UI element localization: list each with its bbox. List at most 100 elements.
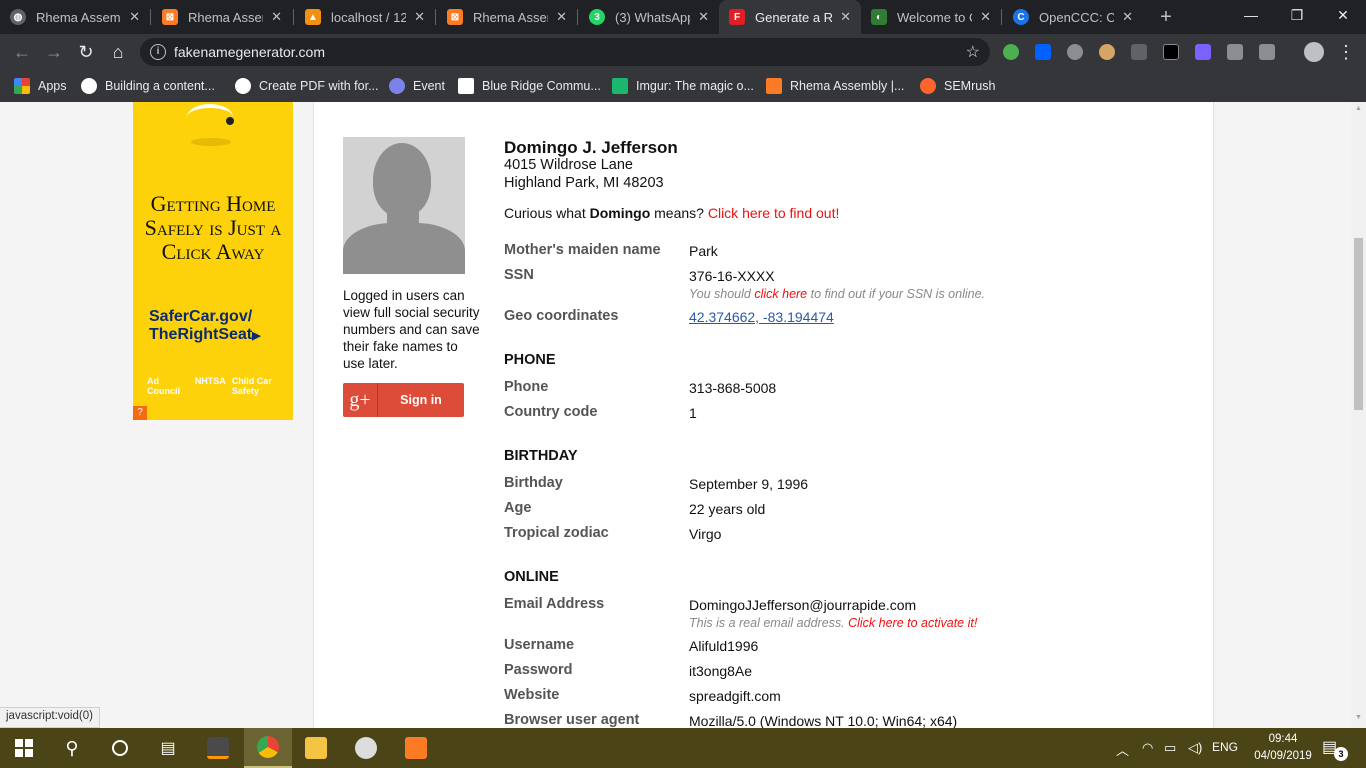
bookmark-star-icon[interactable]: ☆ xyxy=(966,42,980,62)
forward-arrow-icon[interactable]: → xyxy=(42,40,66,64)
tab-opencart[interactable]: ◐ Welcome to O ✕ xyxy=(861,0,1001,34)
ad-link[interactable]: SaferCar.gov/ TheRightSeat▶ xyxy=(149,308,261,345)
back-arrow-icon[interactable]: ← xyxy=(10,40,34,64)
imgur-icon xyxy=(612,78,628,94)
battery-icon[interactable]: ▭ xyxy=(1164,740,1176,756)
bookmark-building-content[interactable]: Building a content... xyxy=(81,77,215,95)
bookmark-semrush[interactable]: SEMrush xyxy=(920,77,995,95)
ad-headline: Getting Home Safely is Just a Click Away xyxy=(144,191,282,264)
media-app-icon[interactable] xyxy=(342,728,390,768)
language-indicator[interactable]: ENG xyxy=(1212,740,1238,754)
headlight-icon xyxy=(187,104,233,130)
bookmark-create-pdf[interactable]: Create PDF with for... xyxy=(235,77,378,95)
action-center-icon[interactable]: ▤ 3 xyxy=(1322,737,1348,761)
bookmark-rhema[interactable]: Rhema Assembly |... xyxy=(766,77,904,95)
tab-whatsapp[interactable]: 3 (3) WhatsApp ✕ xyxy=(579,0,719,34)
globe-icon xyxy=(81,78,97,94)
google-signin-button[interactable]: g+ Sign in xyxy=(343,383,464,417)
activate-email-link[interactable]: Click here to activate it! xyxy=(848,616,977,630)
name-meaning-link[interactable]: Click here to find out! xyxy=(708,205,840,221)
search-icon[interactable]: ⚲ xyxy=(48,728,96,768)
extension-m-icon[interactable] xyxy=(1067,44,1083,60)
home-icon[interactable]: ⌂ xyxy=(106,40,130,64)
volume-icon[interactable]: ◁) xyxy=(1188,740,1202,756)
signin-label: Sign in xyxy=(400,393,442,407)
extension-grey-icon[interactable] xyxy=(1259,44,1275,60)
close-tab-icon[interactable]: ✕ xyxy=(840,9,851,25)
close-tab-icon[interactable]: ✕ xyxy=(698,9,709,25)
ssn-check-link[interactable]: click here xyxy=(754,287,807,301)
restore-icon[interactable]: ❐ xyxy=(1274,0,1320,30)
colorpicker-icon[interactable] xyxy=(1099,44,1115,60)
google-drive-icon[interactable] xyxy=(1227,44,1243,60)
close-tab-icon[interactable]: ✕ xyxy=(980,9,991,25)
avatar-body xyxy=(343,223,465,274)
user-agent-value: Mozilla/5.0 (Windows NT 10.0; Win64; x64… xyxy=(689,713,958,728)
birthday-label: Birthday xyxy=(504,475,563,491)
tab-fakenamegenerator[interactable]: F Generate a Ran ✕ xyxy=(719,0,861,34)
clock[interactable]: 09:44 04/09/2019 xyxy=(1248,731,1318,765)
bookmark-imgur[interactable]: Imgur: The magic o... xyxy=(612,77,754,95)
chrome-icon[interactable] xyxy=(244,728,292,768)
avatar-head xyxy=(373,143,431,217)
browser-toolbar: ← → ↻ ⌂ i fakenamegenerator.com ☆ ⋮ xyxy=(0,34,1366,70)
close-tab-icon[interactable]: ✕ xyxy=(556,9,567,25)
profile-avatar-icon[interactable] xyxy=(1304,42,1324,62)
close-tab-icon[interactable]: ✕ xyxy=(414,9,425,25)
windows-start-icon[interactable] xyxy=(0,728,48,768)
extension-purple-icon[interactable] xyxy=(1195,44,1211,60)
task-view-icon[interactable]: ▤ xyxy=(144,728,192,768)
tab-localhost[interactable]: ▲ localhost / 127 ✕ xyxy=(295,0,435,34)
web-page: Getting Home Safely is Just a Click Away… xyxy=(0,102,1351,728)
semrush-icon xyxy=(920,78,936,94)
phpmyadmin-icon: ▲ xyxy=(305,9,321,25)
extension-camera-icon[interactable] xyxy=(1131,44,1147,60)
site-info-icon[interactable]: i xyxy=(150,44,166,60)
graduation-cap-icon xyxy=(458,78,474,94)
extension-earth-icon[interactable] xyxy=(1003,44,1019,60)
username-value: Alifuld1996 xyxy=(689,638,759,654)
reload-icon[interactable]: ↻ xyxy=(74,40,98,64)
ad-banner[interactable]: Getting Home Safely is Just a Click Away… xyxy=(133,102,293,420)
scrollbar-thumb[interactable] xyxy=(1354,238,1363,410)
cortana-icon[interactable] xyxy=(96,728,144,768)
url-text[interactable]: fakenamegenerator.com xyxy=(174,44,325,60)
tab-rhema-1[interactable]: ◍ Rhema Assembl ✕ xyxy=(0,0,150,34)
password-label: Password xyxy=(504,662,573,678)
bookmark-blue-ridge[interactable]: Blue Ridge Commu... xyxy=(458,77,601,95)
bookmark-apps[interactable]: Apps xyxy=(14,77,67,95)
sublime-text-icon[interactable] xyxy=(194,728,242,768)
close-window-icon[interactable]: ✕ xyxy=(1320,0,1366,30)
main-content: Logged in users can view full social sec… xyxy=(313,102,1214,728)
scroll-up-icon[interactable]: ▲ xyxy=(1354,105,1363,112)
wifi-icon[interactable]: ◠ xyxy=(1142,740,1153,756)
tab-rhema-2[interactable]: ⊠ Rhema Assembl ✕ xyxy=(152,0,292,34)
geo-link[interactable]: 42.374662, -83.194474 xyxy=(689,309,834,325)
tab-separator xyxy=(577,9,578,25)
bookmark-event[interactable]: Event xyxy=(389,77,445,95)
close-tab-icon[interactable]: ✕ xyxy=(1122,9,1133,25)
phone-heading: PHONE xyxy=(504,352,556,368)
close-tab-icon[interactable]: ✕ xyxy=(271,9,282,25)
windows-taskbar: ⚲ ▤ ︿ ◠ ▭ ◁) ENG 09:44 04/09/2019 ▤ 3 xyxy=(0,728,1366,768)
close-tab-icon[interactable]: ✕ xyxy=(129,9,140,25)
xampp-taskbar-icon[interactable] xyxy=(392,728,440,768)
scroll-down-icon[interactable]: ▼ xyxy=(1354,714,1363,721)
tab-openccc[interactable]: C OpenCCC: Cre ✕ xyxy=(1003,0,1143,34)
tab-rhema-3[interactable]: ⊠ Rhema Assembl ✕ xyxy=(437,0,577,34)
online-heading: ONLINE xyxy=(504,569,559,585)
tray-expand-icon[interactable]: ︿ xyxy=(1116,740,1129,759)
phone-value: 313-868-5008 xyxy=(689,380,777,396)
dropbox-icon[interactable] xyxy=(1035,44,1051,60)
email-note: This is a real email address. Click here… xyxy=(689,616,978,630)
new-tab-button[interactable]: + xyxy=(1154,5,1178,29)
minimize-icon[interactable]: — xyxy=(1228,0,1274,30)
address-bar[interactable]: i fakenamegenerator.com ☆ xyxy=(140,38,990,66)
extension-dark-icon[interactable] xyxy=(1163,44,1179,60)
xampp-icon: ⊠ xyxy=(447,9,463,25)
ad-info-badge[interactable]: ? xyxy=(133,406,147,420)
menu-kebab-icon[interactable]: ⋮ xyxy=(1334,40,1358,64)
file-explorer-icon[interactable] xyxy=(292,728,340,768)
page-scrollbar[interactable]: ▲ ▼ xyxy=(1351,102,1366,728)
zodiac-label: Tropical zodiac xyxy=(504,525,609,541)
